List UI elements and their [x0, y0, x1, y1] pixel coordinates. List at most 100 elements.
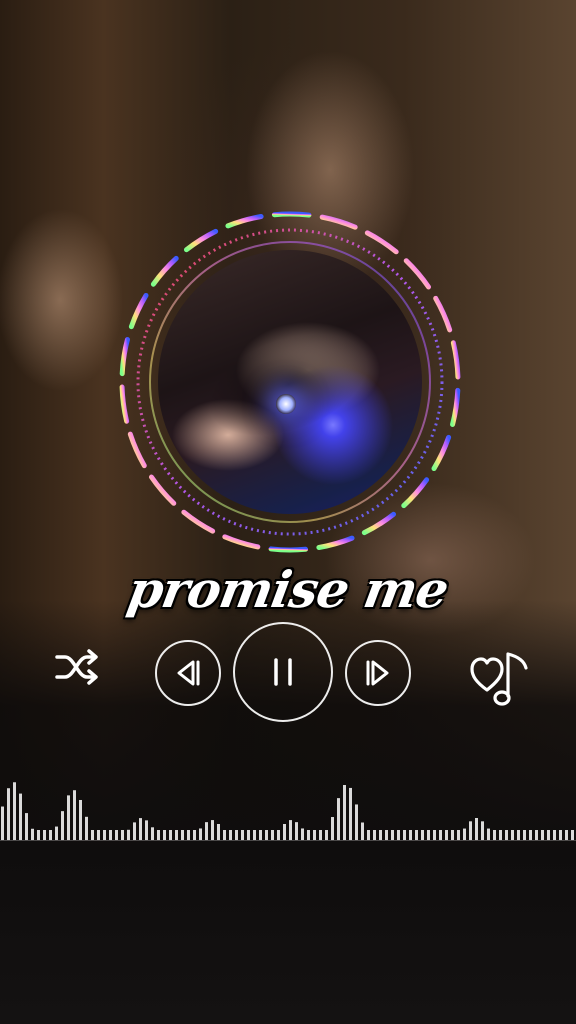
waveform-bar — [547, 830, 550, 840]
waveform-bar — [49, 830, 52, 840]
skip-previous-icon — [177, 660, 200, 686]
audio-waveform — [1, 782, 574, 840]
waveform-bar — [43, 830, 46, 840]
shuffle-button[interactable] — [52, 645, 102, 689]
waveform-bar — [493, 830, 496, 840]
waveform-bar — [13, 782, 16, 840]
waveform-bar — [103, 830, 106, 840]
waveform-bar — [481, 821, 484, 840]
waveform-bar — [277, 830, 280, 840]
waveform-bar — [253, 830, 256, 840]
waveform-bar — [379, 830, 382, 840]
waveform-bar — [283, 823, 286, 840]
waveform-bar — [145, 820, 148, 840]
previous-button[interactable] — [155, 640, 221, 706]
waveform-bar — [499, 830, 502, 840]
waveform-bar — [319, 830, 322, 840]
waveform-bar — [301, 828, 304, 840]
waveform-bar — [355, 804, 358, 840]
ring-segment — [181, 509, 216, 534]
ring-segment — [431, 434, 452, 472]
waveform-bar — [439, 830, 442, 840]
ring-segment — [361, 511, 397, 536]
waveform-bar — [79, 799, 82, 840]
ring-segment — [127, 431, 147, 469]
pause-icon — [274, 658, 292, 686]
ring-segment — [119, 384, 130, 424]
favorite-button[interactable] — [470, 644, 532, 708]
waveform-bar — [133, 822, 136, 840]
waveform-bar — [517, 830, 520, 840]
waveform-bar — [559, 830, 562, 840]
waveform-bar — [535, 830, 538, 840]
waveform-bar — [463, 828, 466, 840]
waveform-bar — [241, 830, 244, 840]
waveform-bar — [127, 829, 130, 840]
waveform-bar — [259, 830, 262, 840]
waveform-bar — [121, 830, 124, 840]
waveform-bar — [469, 821, 472, 840]
waveform-bar — [487, 828, 490, 840]
waveform-bar — [451, 830, 454, 840]
waveform-bar — [307, 830, 310, 840]
waveform-bar — [181, 830, 184, 840]
waveform-bar — [187, 830, 190, 840]
album-cover — [158, 250, 422, 514]
ring-segment — [364, 230, 399, 255]
waveform-baseline — [0, 840, 576, 841]
waveform-bar — [115, 830, 118, 840]
waveform-bar — [247, 830, 250, 840]
waveform-bar — [373, 830, 376, 840]
waveform-bar — [457, 830, 460, 840]
waveform-bar — [349, 787, 352, 840]
waveform-bar — [367, 830, 370, 840]
waveform-bar — [529, 830, 532, 840]
waveform-bar — [415, 830, 418, 840]
waveform-bar — [385, 830, 388, 840]
song-title: promise me — [123, 560, 453, 619]
skip-next-icon — [366, 660, 389, 686]
waveform-bar — [67, 795, 70, 840]
waveform-bar — [313, 830, 316, 840]
waveform-bar — [139, 818, 142, 840]
shuffle-icon — [55, 649, 98, 685]
waveform-bar — [211, 820, 214, 840]
waveform-bar — [565, 830, 568, 840]
ring-segment — [150, 255, 179, 287]
ring-segment — [225, 214, 264, 229]
waveform-bar — [97, 830, 100, 840]
waveform-bar — [229, 830, 232, 840]
play-pause-button[interactable] — [233, 622, 333, 722]
waveform-bar — [409, 830, 412, 840]
visualizer-disc — [116, 208, 464, 556]
waveform-bar — [61, 811, 64, 840]
waveform-bar — [37, 830, 40, 840]
waveform-bar — [265, 830, 268, 840]
ring-segment — [316, 535, 355, 550]
waveform-bar — [511, 830, 514, 840]
heart-music-note-icon — [470, 652, 528, 706]
waveform-bar — [1, 806, 4, 840]
waveform-bar — [205, 822, 208, 840]
waveform-bar — [193, 830, 196, 840]
ring-segment — [450, 387, 461, 427]
ring-segment — [433, 295, 453, 333]
ring-segment — [319, 214, 358, 230]
ring-segment — [148, 474, 177, 506]
waveform-bar — [361, 822, 364, 840]
waveform-bar — [85, 816, 88, 840]
ring-segment — [222, 534, 261, 550]
waveform-bar — [445, 830, 448, 840]
waveform-bar — [391, 830, 394, 840]
waveform-bar — [109, 830, 112, 840]
ring-segment — [401, 477, 430, 509]
waveform-bar — [403, 830, 406, 840]
waveform-bar — [571, 830, 574, 840]
waveform-bar — [175, 830, 178, 840]
ring-segment — [450, 340, 461, 380]
waveform-bar — [25, 813, 28, 840]
ring-segment — [119, 337, 130, 377]
waveform-bar — [421, 830, 424, 840]
next-button[interactable] — [345, 640, 411, 706]
waveform-bar — [289, 820, 292, 840]
